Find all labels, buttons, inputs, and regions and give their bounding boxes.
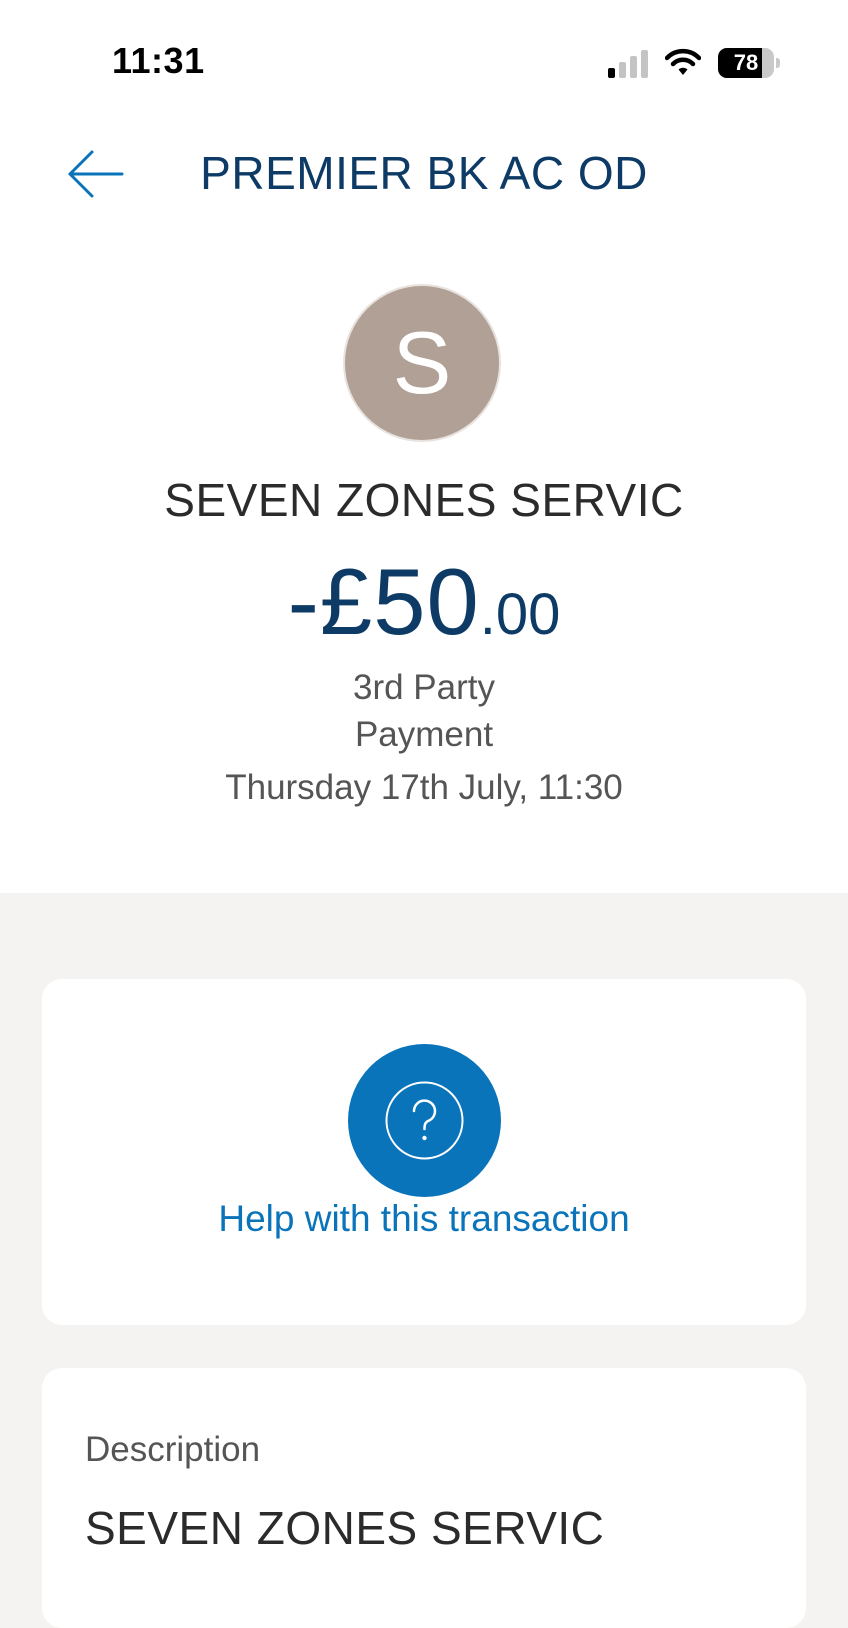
help-question-icon (385, 1081, 464, 1160)
transaction-amount: -£50.00 (0, 548, 848, 656)
signal-icon (608, 50, 648, 78)
transaction-type-line1: 3rd Party (353, 668, 495, 707)
payee-name: SEVEN ZONES SERVIC (164, 474, 684, 526)
help-card[interactable]: Help with this transaction (42, 979, 806, 1325)
amount-decimal: .00 (479, 582, 561, 647)
amount-main: -£50 (287, 549, 480, 654)
transaction-type-line2: Payment (354, 715, 494, 754)
help-button[interactable] (348, 1044, 501, 1197)
help-link[interactable]: Help with this transaction (42, 1198, 806, 1240)
status-bar: 11:31 78 (0, 0, 848, 120)
transaction-header-section: 11:31 78 PREMIER BK AC OD S SEVEN ZONES … (0, 0, 848, 893)
back-arrow-icon (68, 150, 124, 198)
avatar: S (345, 286, 499, 440)
back-button[interactable] (60, 140, 130, 204)
transaction-date: Thursday 17th July, 11:30 (225, 768, 623, 807)
status-time: 11:31 (112, 40, 205, 81)
page-title: PREMIER BK AC OD (200, 147, 648, 199)
wifi-icon (665, 48, 701, 75)
battery-icon: 78 (718, 48, 780, 78)
description-value: SEVEN ZONES SERVIC (85, 1502, 605, 1554)
battery-percent: 78 (733, 50, 759, 75)
description-label: Description (85, 1430, 261, 1469)
description-card: Description SEVEN ZONES SERVIC (42, 1368, 806, 1628)
transaction-type: 3rd Party Payment (0, 664, 848, 758)
